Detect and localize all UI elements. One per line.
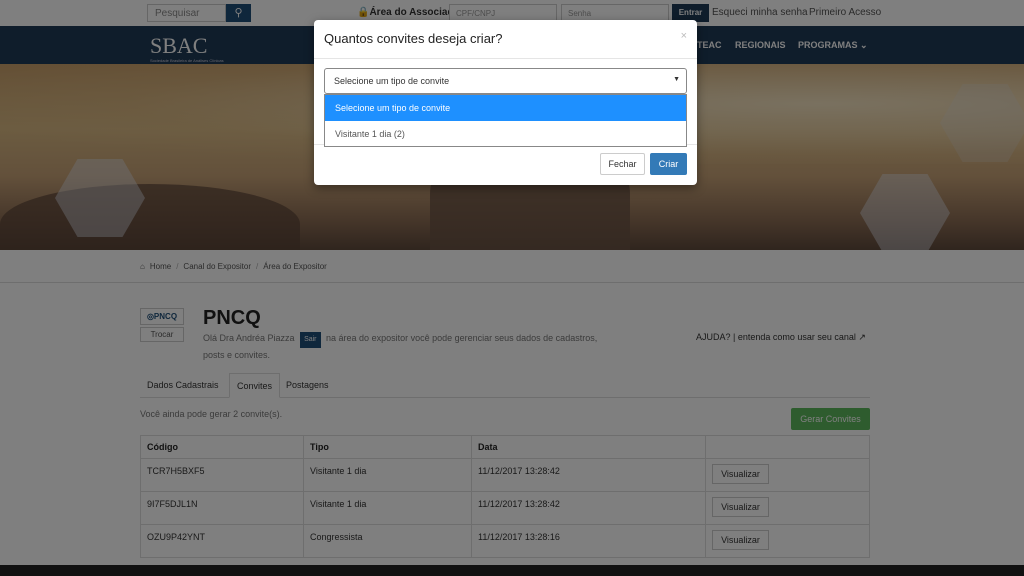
- select-value: Selecione um tipo de convite: [334, 76, 450, 86]
- close-button[interactable]: Fechar: [600, 153, 645, 175]
- chevron-down-icon: ▼: [673, 76, 680, 83]
- dropdown-option[interactable]: Selecione um tipo de convite: [325, 95, 686, 121]
- dropdown-option[interactable]: Visitante 1 dia (2): [325, 121, 686, 147]
- invite-type-select[interactable]: Selecione um tipo de convite ▼: [324, 68, 687, 94]
- create-button[interactable]: Criar: [650, 153, 687, 175]
- close-icon[interactable]: ×: [681, 30, 687, 42]
- invite-type-dropdown: Selecione um tipo de convite Visitante 1…: [324, 94, 687, 147]
- modal-divider: [314, 58, 697, 59]
- create-invites-modal: Quantos convites deseja criar? × Selecio…: [314, 20, 697, 185]
- modal-title: Quantos convites deseja criar?: [324, 31, 503, 46]
